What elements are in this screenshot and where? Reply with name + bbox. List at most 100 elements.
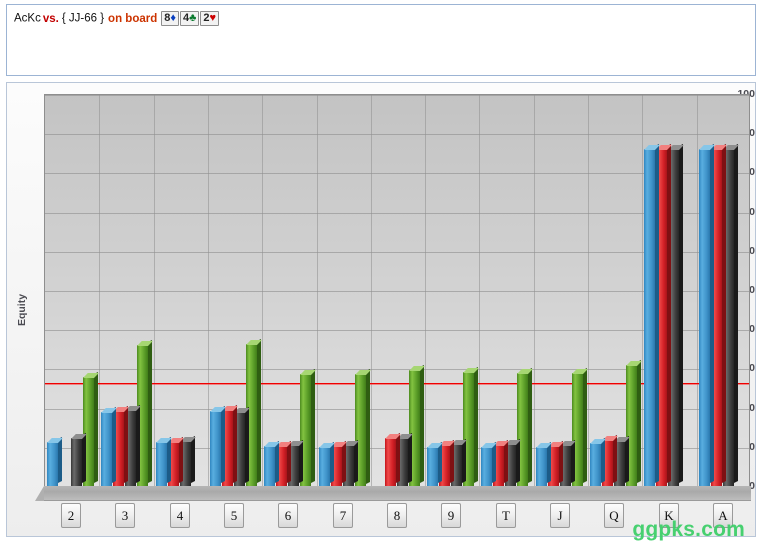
x-tick-5[interactable]: 5 <box>224 503 244 528</box>
board-card-eight-of-diamonds: 8♦ <box>161 11 179 26</box>
bar-side <box>124 405 129 483</box>
bar-face <box>385 438 397 486</box>
bar-face <box>47 442 59 486</box>
x-tick-T[interactable]: T <box>496 503 516 528</box>
matchup-header-panel: AcKc vs.{ JJ-66 } on board 8♦ 4♣ 2♥ <box>6 4 756 76</box>
bar-side <box>167 437 172 483</box>
bar-face <box>319 446 331 486</box>
bar-6-blue <box>264 441 280 486</box>
bar-face <box>427 446 439 486</box>
bar-4-blue <box>156 437 172 486</box>
bar-series-layer <box>45 95 749 486</box>
bar-side <box>734 143 739 483</box>
x-tick-J[interactable]: J <box>550 503 570 528</box>
bar-K-blue <box>644 143 660 486</box>
bar-side <box>94 372 99 483</box>
bar-side <box>492 441 497 483</box>
bar-side <box>637 360 642 483</box>
bar-group-5 <box>208 95 262 486</box>
suit-four-of-clubs-icon: ♣ <box>189 12 197 24</box>
x-tick-7[interactable]: 7 <box>333 503 353 528</box>
bar-group-7 <box>317 95 371 486</box>
x-tick-Q[interactable]: Q <box>604 503 624 528</box>
bar-side <box>299 439 304 483</box>
bar-7-blue <box>319 441 335 486</box>
bar-5-blue <box>210 405 226 486</box>
board-cards: 8♦ 4♣ 2♥ <box>161 11 220 26</box>
bar-side <box>474 367 479 483</box>
bar-side <box>625 436 630 483</box>
bar-8-red <box>385 433 401 486</box>
board-card-two-of-hearts: 2♥ <box>200 11 219 26</box>
x-tick-9[interactable]: 9 <box>441 503 461 528</box>
bar-side <box>342 441 347 483</box>
bar-face <box>481 446 493 486</box>
bar-side <box>287 440 292 483</box>
chart-floor-base <box>35 486 751 501</box>
bar-Q-blue <box>590 437 606 486</box>
bar-side <box>311 369 316 483</box>
bar-side <box>722 143 727 483</box>
equity-chart-page: AcKcvs.{ JJ-66 }on board8♦4♣2♥ Equity 01… <box>0 0 762 541</box>
bar-side <box>179 436 184 483</box>
bar-9-blue <box>427 441 443 486</box>
bar-face <box>101 411 113 486</box>
bar-face <box>536 446 548 486</box>
bar-side <box>655 143 660 483</box>
x-tick-2[interactable]: 2 <box>61 503 81 528</box>
bar-group-8 <box>371 95 425 486</box>
bar-T-blue <box>481 441 497 486</box>
bar-J-blue <box>536 441 552 486</box>
y-axis-title: Equity <box>16 293 29 326</box>
bar-group-6 <box>262 95 316 486</box>
x-tick-8[interactable]: 8 <box>387 503 407 528</box>
board-card-four-of-clubs: 4♣ <box>180 11 200 26</box>
equity-chart-frame: Equity 0102030405060708090100 23456789TJ… <box>6 82 756 541</box>
bar-side <box>275 441 280 483</box>
bar-group-2 <box>45 95 99 486</box>
bar-face <box>699 148 711 486</box>
bar-side <box>504 440 509 483</box>
bar-side <box>438 441 443 483</box>
bar-side <box>450 440 455 483</box>
bar-side <box>516 439 521 483</box>
bar-3-blue <box>101 406 117 486</box>
bar-2-blue <box>47 437 63 486</box>
bar-side <box>420 365 425 483</box>
bar-side <box>82 433 87 483</box>
bar-2-black <box>71 433 87 486</box>
bar-side <box>528 368 533 483</box>
bar-side <box>667 143 672 483</box>
bar-face <box>210 410 222 486</box>
hero-hand-label: AcKc <box>14 12 41 25</box>
x-tick-4[interactable]: 4 <box>170 503 190 528</box>
bar-side <box>396 433 401 483</box>
x-tick-3[interactable]: 3 <box>115 503 135 528</box>
bar-group-4 <box>154 95 208 486</box>
bar-side <box>462 439 467 483</box>
bar-side <box>136 405 141 483</box>
bar-group-K <box>642 95 696 486</box>
bar-side <box>601 437 606 483</box>
bar-side <box>330 441 335 483</box>
bar-group-J <box>534 95 588 486</box>
on-board-label: on board <box>108 12 158 25</box>
plot-area <box>44 94 750 486</box>
bar-side <box>112 406 117 483</box>
matchup-description: AcKc vs.{ JJ-66 } on board 8♦ 4♣ 2♥ <box>14 11 220 26</box>
bar-face <box>590 442 602 486</box>
x-tick-6[interactable]: 6 <box>278 503 298 528</box>
bar-side <box>571 439 576 483</box>
bar-side <box>679 143 684 483</box>
bar-group-9 <box>425 95 479 486</box>
villain-range-label: { JJ-66 } <box>61 12 105 25</box>
bar-side <box>148 339 153 483</box>
bar-side <box>710 143 715 483</box>
suit-two-of-hearts-icon: ♥ <box>209 12 216 24</box>
bar-group-A <box>697 95 749 486</box>
bar-side <box>408 432 413 483</box>
bar-side <box>245 406 250 483</box>
bar-A-blue <box>699 143 715 486</box>
bar-group-T <box>479 95 533 486</box>
suit-eight-of-diamonds-icon: ♦ <box>170 12 176 24</box>
